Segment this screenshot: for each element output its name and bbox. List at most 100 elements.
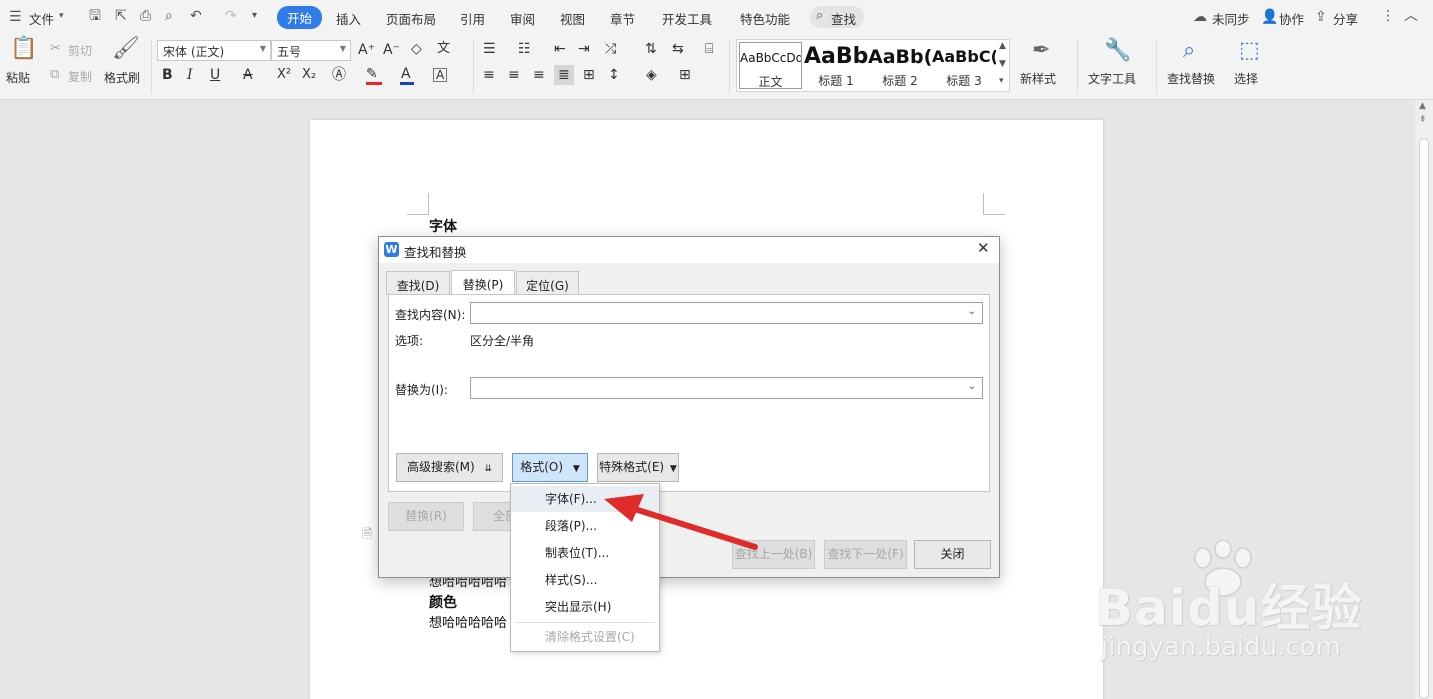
tab-section[interactable]: 章节 — [610, 9, 635, 28]
scroll-up-icon[interactable]: ▲ — [999, 42, 1006, 51]
phonetic-icon[interactable]: 文 — [437, 42, 450, 55]
clear-format-icon[interactable]: ◇ — [411, 42, 422, 56]
chevron-down-icon[interactable]: ▾ — [59, 12, 64, 21]
doc-heading-font[interactable]: 字体 — [429, 216, 457, 236]
new-style-button[interactable]: 新样式 — [1020, 70, 1056, 87]
tab-replace[interactable]: 替换(P) — [451, 270, 515, 295]
direction-icon[interactable]: ⇆ — [672, 42, 684, 56]
align-right-icon[interactable]: ≡ — [533, 68, 545, 82]
tab-insert[interactable]: 插入 — [336, 9, 361, 28]
dialog-titlebar[interactable]: W 查找和替换 ✕ — [379, 237, 999, 263]
borders-icon[interactable]: ⊞ — [679, 68, 691, 82]
format-painter-icon[interactable]: 🖌 — [112, 38, 140, 60]
scroll-down-icon[interactable]: ▼ — [999, 60, 1006, 69]
share-button[interactable]: 分享 — [1333, 9, 1358, 28]
scroll-up-icon[interactable]: ⇞ — [1419, 116, 1427, 125]
distributed-icon[interactable]: ⊞ — [583, 68, 595, 82]
search-box[interactable]: ⌕ 查找 — [810, 6, 864, 28]
font-color-icon[interactable]: A — [401, 67, 411, 81]
grow-font-icon[interactable]: A⁺ — [358, 43, 375, 57]
select-button[interactable]: 选择 — [1234, 70, 1258, 87]
subscript-icon[interactable]: X₂ — [302, 68, 316, 81]
format-painter-button[interactable]: 格式刷 — [104, 69, 140, 86]
font-name-select[interactable]: 宋体 (正文) ▼ — [157, 40, 271, 61]
line-spacing-icon[interactable]: ↕ — [608, 68, 620, 82]
text-tools-icon[interactable]: 🔧 — [1104, 40, 1131, 62]
format-dropdown-button[interactable]: 格式(O) ▼ — [512, 453, 588, 482]
tab-features[interactable]: 特色功能 — [740, 9, 790, 28]
shrink-font-icon[interactable]: A⁻ — [383, 43, 400, 57]
find-next-button[interactable]: 查找下一处(F) — [824, 540, 907, 569]
bullets-icon[interactable]: ☰ — [483, 42, 496, 56]
menu-item-style[interactable]: 样式(S)... — [511, 567, 659, 593]
text-effect-icon[interactable]: Ⓐ — [332, 68, 346, 82]
select-icon[interactable]: ⬚ — [1239, 40, 1260, 62]
scroll-top-icon[interactable]: ▲ — [1419, 102, 1426, 111]
tab-view[interactable]: 视图 — [560, 9, 585, 28]
paste-icon[interactable]: 📋 — [10, 38, 37, 60]
font-size-select[interactable]: 五号 ▼ — [271, 40, 351, 61]
collapse-ribbon-icon[interactable]: ︿ — [1404, 9, 1418, 23]
new-style-icon[interactable]: ✒ — [1032, 40, 1050, 62]
italic-icon[interactable]: I — [187, 68, 193, 82]
style-normal[interactable]: AaBbCcDd 正文 — [739, 42, 802, 89]
doc-heading-color[interactable]: 颜色 — [429, 592, 457, 612]
copy-button[interactable]: 复制 — [68, 68, 92, 85]
close-icon[interactable]: ✕ — [977, 241, 990, 256]
style-heading-3[interactable]: AaBbC( 标题 3 — [932, 42, 996, 89]
find-replace-icon[interactable]: ⌕ — [1183, 40, 1195, 62]
menu-file[interactable]: 文件 — [29, 9, 54, 28]
numbering-icon[interactable]: ☷ — [518, 42, 531, 56]
replace-input[interactable]: ⌄ — [470, 377, 983, 399]
print-icon[interactable]: ⎙ — [140, 9, 151, 23]
more-quick-icon[interactable]: ▾ — [252, 11, 257, 21]
close-button[interactable]: 关闭 — [914, 540, 991, 569]
find-input[interactable]: ⌄ — [470, 302, 983, 324]
replace-button[interactable]: 替换(R) — [388, 502, 464, 531]
tab-start[interactable]: 开始 — [277, 6, 323, 29]
tab-developer[interactable]: 开发工具 — [662, 9, 712, 28]
justify-icon[interactable]: ≣ — [554, 65, 574, 85]
increase-indent-icon[interactable]: ⇥ — [578, 42, 590, 56]
char-border-icon[interactable]: A — [433, 68, 448, 82]
highlight-icon[interactable]: ✎ — [366, 67, 378, 81]
style-heading-1[interactable]: AaBb 标题 1 — [804, 42, 868, 89]
tab-goto[interactable]: 定位(G) — [516, 271, 579, 295]
chevron-down-icon[interactable]: ⌄ — [968, 381, 976, 392]
expand-gallery-icon[interactable]: ▾ — [999, 77, 1004, 86]
tab-find[interactable]: 查找(D) — [386, 271, 450, 295]
strikethrough-icon[interactable]: A — [243, 68, 253, 82]
paste-button[interactable]: 粘贴 — [6, 69, 30, 86]
paragraph-marker-icon[interactable]: 🗎 — [362, 528, 372, 541]
underline-icon[interactable]: U — [210, 68, 220, 82]
find-replace-button[interactable]: 查找替换 — [1167, 70, 1215, 87]
undo-icon[interactable]: ↶ — [190, 9, 202, 23]
doc-body-line[interactable]: 想哈哈哈哈哈 — [429, 612, 507, 631]
bold-icon[interactable]: B — [162, 68, 173, 82]
print-preview-icon[interactable]: ⌕ — [165, 9, 173, 23]
tab-page-layout[interactable]: 页面布局 — [386, 9, 436, 28]
sync-status[interactable]: 未同步 — [1212, 9, 1250, 28]
text-tools-button[interactable]: 文字工具 — [1088, 70, 1136, 87]
redo-icon[interactable]: ↷ — [225, 9, 237, 23]
align-center-icon[interactable]: ≡ — [508, 68, 520, 82]
collab-button[interactable]: 协作 — [1279, 9, 1304, 28]
hamburger-menu-icon[interactable]: ☰ — [9, 10, 22, 24]
style-heading-2[interactable]: AaBb( 标题 2 — [868, 42, 932, 89]
save-icon[interactable]: 🖫 — [89, 9, 101, 23]
align-left-icon[interactable]: ≡ — [483, 68, 495, 82]
more-vert-icon[interactable]: ⋮ — [1381, 9, 1395, 23]
sort-icon[interactable]: ⇅ — [645, 42, 657, 56]
chinese-layout-icon[interactable]: ⤮ — [605, 42, 616, 56]
superscript-icon[interactable]: X² — [277, 68, 291, 81]
shading-icon[interactable]: ◈ — [646, 68, 657, 82]
tab-review[interactable]: 审阅 — [510, 9, 535, 28]
menu-item-highlight[interactable]: 突出显示(H) — [511, 594, 659, 620]
cut-button[interactable]: 剪切 — [68, 42, 92, 59]
chevron-down-icon[interactable]: ⌄ — [968, 306, 976, 317]
tab-references[interactable]: 引用 — [460, 9, 485, 28]
show-marks-icon[interactable]: ⌸ — [705, 42, 713, 56]
special-format-button[interactable]: 特殊格式(E) ▼ — [597, 453, 679, 482]
advanced-search-button[interactable]: 高级搜索(M) ⇊ — [396, 453, 503, 482]
menu-item-clear-format[interactable]: 清除格式设置(C) — [511, 624, 659, 650]
